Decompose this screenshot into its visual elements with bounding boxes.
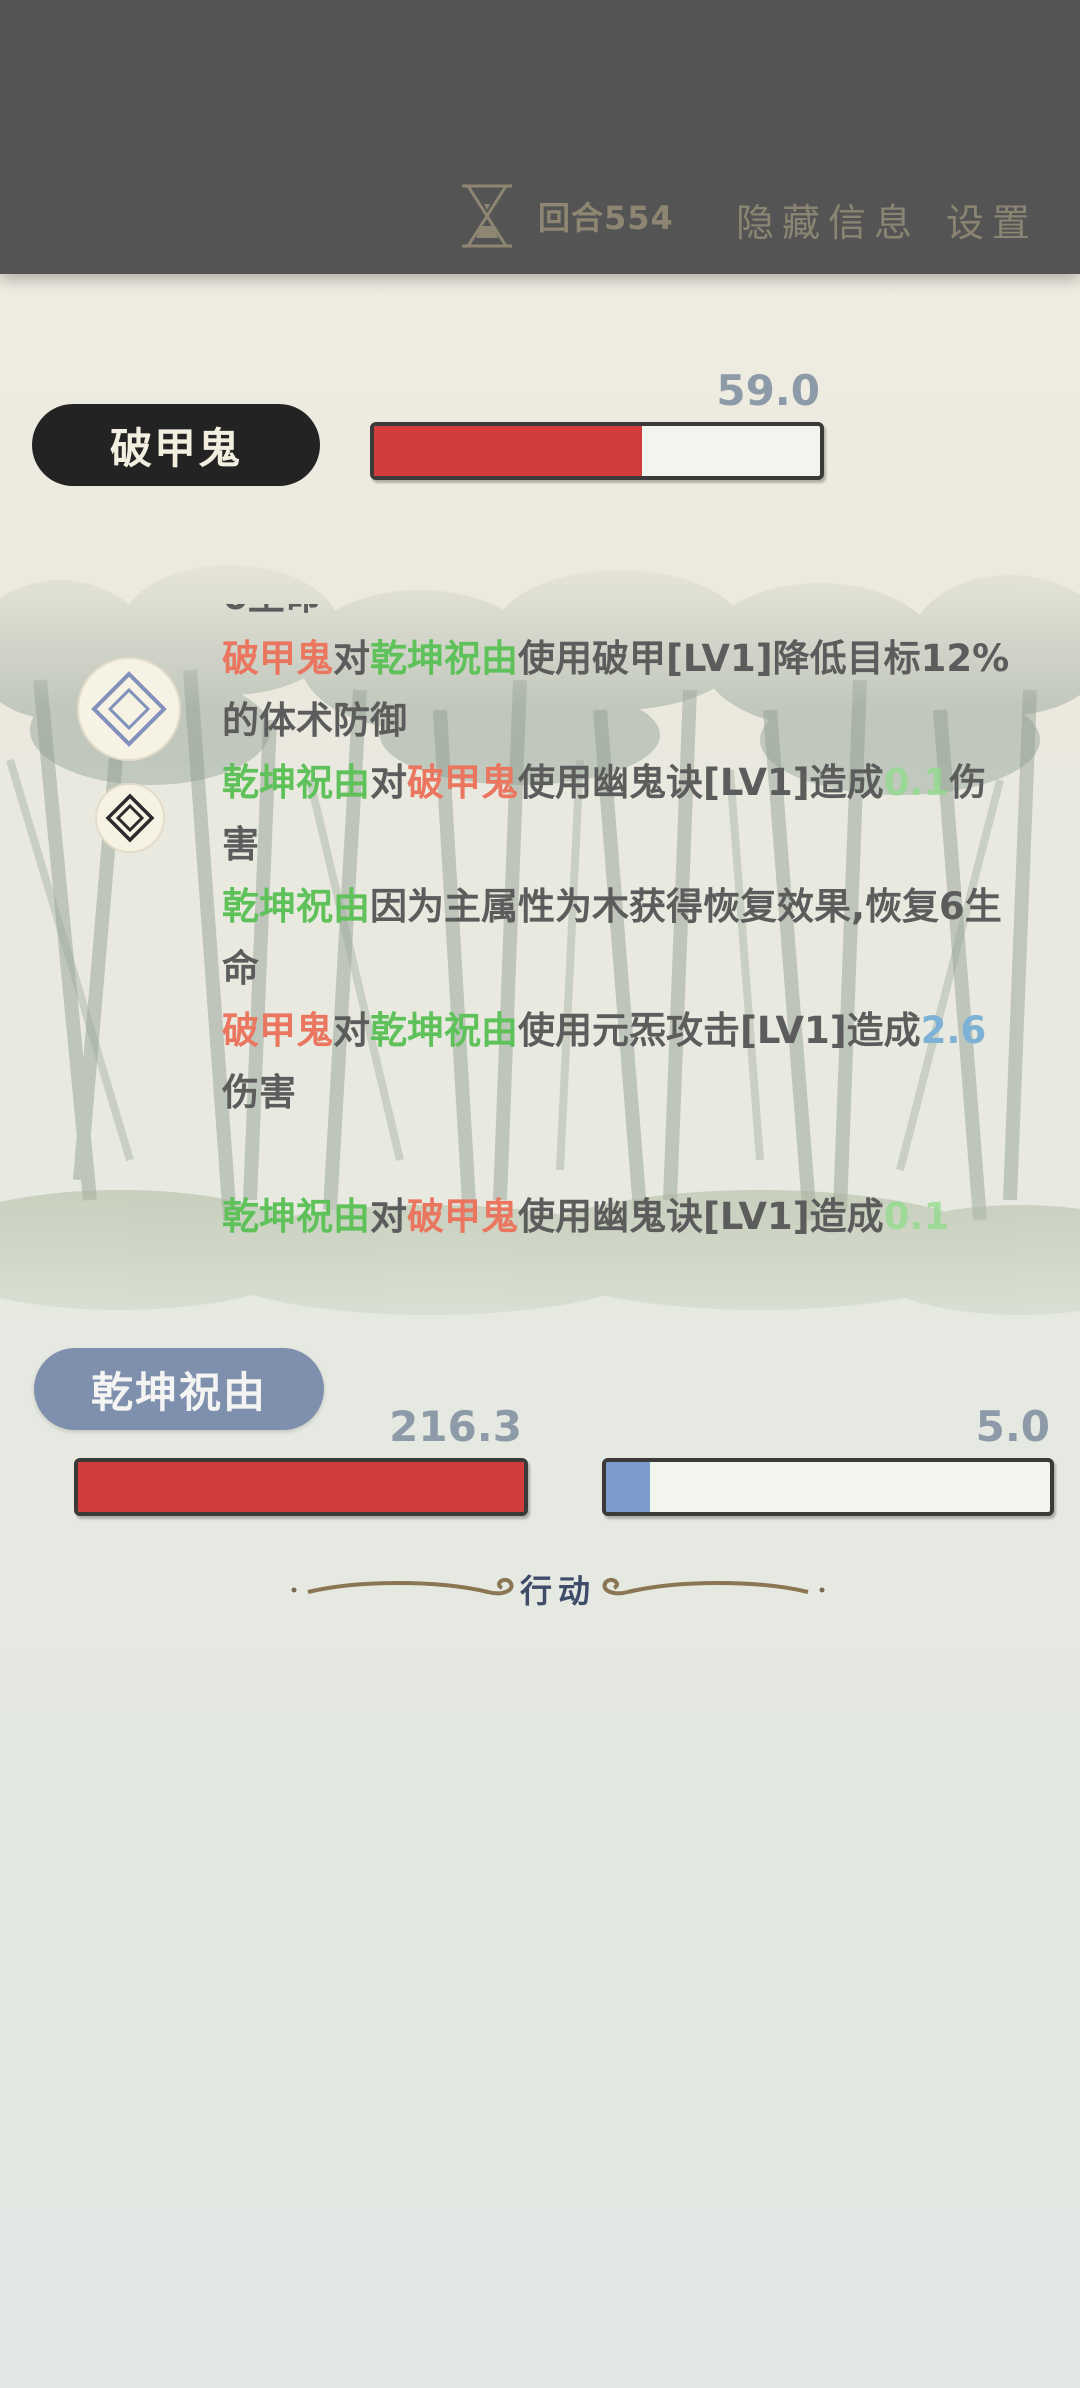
hide-info-button[interactable]: 隐藏信息 [736, 192, 920, 247]
enemy-hp-bar [370, 422, 824, 480]
player-hp-value: 216.3 [389, 1402, 522, 1451]
enemy-hp-value: 59.0 [716, 366, 820, 415]
log-segment: 0.1 [883, 1195, 950, 1238]
log-segment: 伤害 [222, 1071, 296, 1114]
log-segment: 对 [370, 1195, 407, 1238]
enemy-name-badge[interactable]: 破甲鬼 [32, 404, 320, 486]
log-segment: 使用元炁攻击[LV1]造成 [518, 1009, 921, 1052]
log-segment: 乾坤祝由 [222, 761, 370, 804]
log-segment: 对 [333, 637, 370, 680]
player-hp-bar [74, 1458, 528, 1516]
hourglass-icon [462, 184, 512, 248]
log-segment: 0.1 [883, 761, 950, 804]
log-entry: 乾坤祝由对破甲鬼使用幽鬼诀[LV1]造成0.1伤害 [222, 752, 1012, 876]
player-name-badge[interactable]: 乾坤祝由 [34, 1348, 324, 1430]
log-segment: 2.6 [920, 1009, 987, 1052]
log-cut-line: 6生命 [222, 604, 1012, 628]
log-entry: 乾坤祝由对破甲鬼使用幽鬼诀[LV1]造成0.1 [222, 1186, 1012, 1248]
round-counter: 回合554 [458, 182, 674, 250]
action-label: 行动 [519, 1572, 596, 1610]
log-segment: 乾坤祝由 [222, 1195, 370, 1238]
log-segment: 破甲鬼 [222, 637, 333, 680]
player-mp-bar [602, 1458, 1054, 1516]
player-mp-fill [606, 1462, 651, 1512]
log-entry: 破甲鬼对乾坤祝由使用破甲[LV1]降低目标12%的体术防御 [222, 628, 1012, 752]
diamond-rune-icon[interactable] [76, 656, 182, 762]
battle-screen: 回合554 隐藏信息 设置 破甲鬼 59.0 6生命 破甲鬼对乾坤祝由使用破甲[… [0, 0, 1080, 2388]
log-entry: 乾坤祝由因为主属性为木获得恢复效果,恢复6生命 [222, 876, 1012, 1000]
round-label: 回合554 [538, 199, 674, 237]
log-segment: 使用幽鬼诀[LV1]造成 [518, 1195, 884, 1238]
battle-log[interactable]: 6生命 破甲鬼对乾坤祝由使用破甲[LV1]降低目标12%的体术防御乾坤祝由对破甲… [222, 604, 1012, 1264]
log-segment: 破甲鬼 [222, 1009, 333, 1052]
player-mp-value: 5.0 [975, 1402, 1050, 1451]
player-hp-fill [78, 1462, 524, 1512]
log-segment: 破甲鬼 [407, 1195, 518, 1238]
action-divider[interactable]: 行动 [288, 1560, 828, 1620]
settings-button[interactable]: 设置 [946, 192, 1038, 247]
log-segment: 乾坤祝由 [222, 885, 370, 928]
log-segment: 乾坤祝由 [370, 637, 518, 680]
log-segment: 对 [370, 761, 407, 804]
log-segment: 破甲鬼 [407, 761, 518, 804]
diamond-rune-small-icon[interactable] [94, 782, 166, 854]
log-segment: 使用幽鬼诀[LV1]造成 [518, 761, 884, 804]
top-bar: 回合554 隐藏信息 设置 [0, 0, 1080, 274]
enemy-hp-fill [374, 426, 642, 476]
log-segment: 对 [333, 1009, 370, 1052]
log-entry: 破甲鬼对乾坤祝由使用元炁攻击[LV1]造成2.6 伤害 [222, 1000, 1012, 1124]
log-segment: 乾坤祝由 [370, 1009, 518, 1052]
